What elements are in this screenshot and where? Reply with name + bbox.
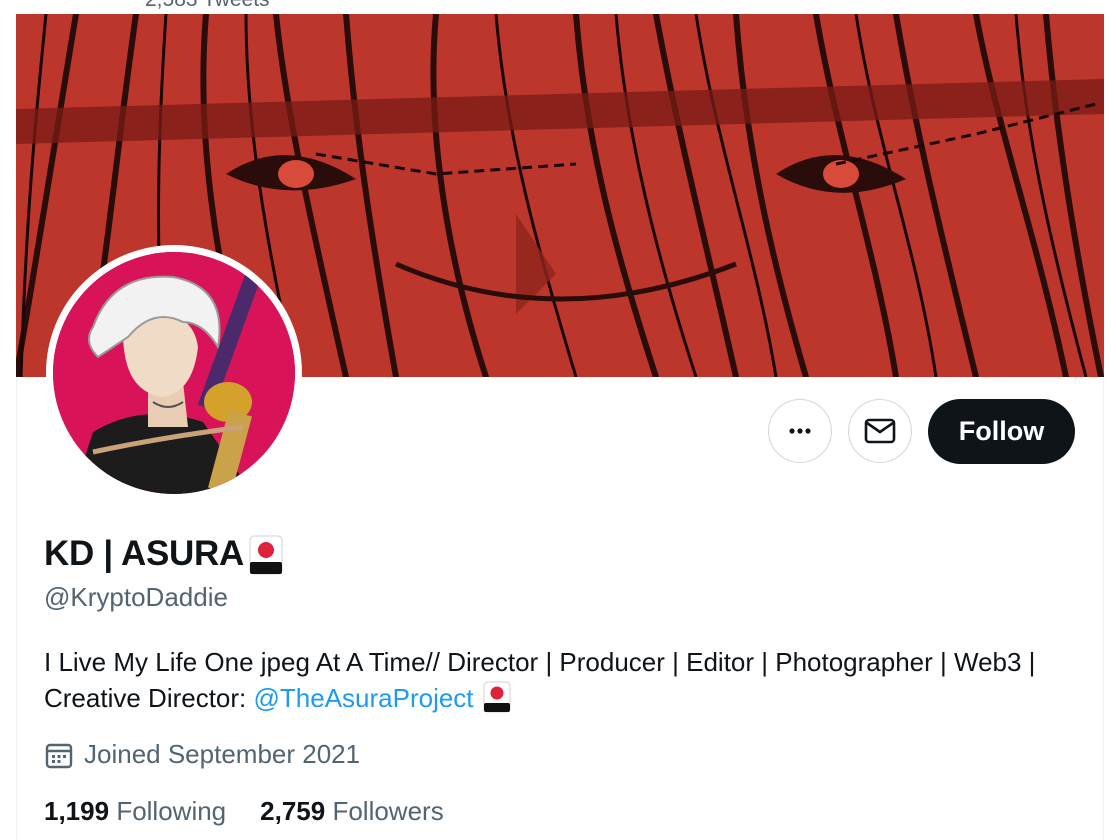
display-name-text: KD | ASURA bbox=[44, 534, 244, 573]
joined-date: Joined September 2021 bbox=[44, 739, 360, 770]
follow-button[interactable]: Follow bbox=[928, 399, 1075, 464]
flag-emoji-icon bbox=[248, 532, 284, 576]
more-icon bbox=[789, 428, 811, 434]
message-button[interactable] bbox=[848, 399, 912, 463]
profile-page: 2,583 Tweets bbox=[0, 0, 1116, 840]
followers-link[interactable]: 2,759 Followers bbox=[260, 796, 444, 827]
calendar-icon bbox=[45, 743, 73, 768]
avatar[interactable]: TO bbox=[53, 252, 295, 494]
following-label: Following bbox=[116, 796, 227, 826]
follow-stats: 1,199 Following 2,759 Followers bbox=[44, 796, 478, 827]
bio-text: I Live My Life One jpeg At A Time// Dire… bbox=[44, 647, 1036, 713]
profile-bio: I Live My Life One jpeg At A Time// Dire… bbox=[44, 645, 1084, 716]
followers-label: Followers bbox=[332, 796, 444, 826]
following-count: 1,199 bbox=[44, 796, 110, 826]
mail-icon bbox=[864, 418, 896, 444]
avatar-illustration: TO bbox=[53, 252, 295, 494]
following-link[interactable]: 1,199 Following bbox=[44, 796, 226, 827]
username-handle: @KryptoDaddie bbox=[44, 582, 228, 612]
header-strip: 2,583 Tweets bbox=[0, 0, 1116, 14]
flag-emoji-icon bbox=[482, 680, 512, 714]
bio-mention-link[interactable]: @TheAsuraProject bbox=[254, 683, 474, 713]
followers-count: 2,759 bbox=[260, 796, 326, 826]
joined-text: Joined September 2021 bbox=[84, 739, 361, 769]
more-button[interactable] bbox=[768, 399, 832, 463]
tweets-count: 2,583 Tweets bbox=[145, 0, 270, 12]
follow-button-label: Follow bbox=[958, 416, 1045, 446]
avatar-frame[interactable]: TO bbox=[46, 245, 302, 501]
display-name: KD | ASURA bbox=[44, 532, 284, 576]
